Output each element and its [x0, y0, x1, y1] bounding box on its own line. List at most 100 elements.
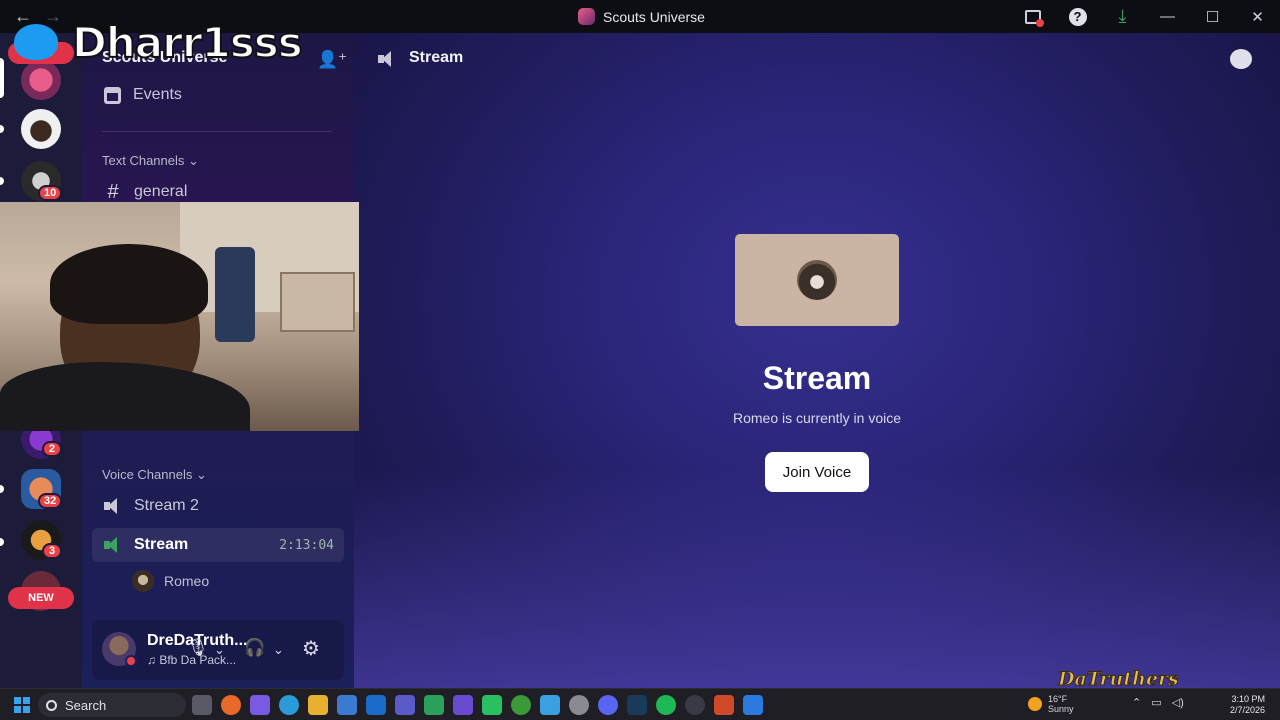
- unread-pill: [0, 538, 4, 546]
- channel-stream[interactable]: Stream 2:13:04: [92, 528, 344, 562]
- window-title: Scouts Universe: [578, 8, 705, 25]
- close-button[interactable]: ✕: [1235, 0, 1280, 33]
- help-icon: ?: [1068, 7, 1087, 26]
- unread-pill: [0, 485, 4, 493]
- system-tray: ⌃ ▭ ◁): [1132, 696, 1184, 709]
- twitter-bird-icon: [14, 24, 58, 60]
- gear-icon[interactable]: ⚙: [302, 636, 320, 661]
- steam-icon[interactable]: [627, 695, 647, 715]
- unread-badge: 2: [42, 441, 62, 457]
- calendar-icon: [104, 86, 121, 104]
- windows-start-icon[interactable]: [14, 697, 30, 713]
- server-icon-scouts[interactable]: [21, 60, 61, 100]
- voice-timer: 2:13:04: [279, 537, 334, 553]
- channel-stream-2[interactable]: Stream 2: [92, 489, 344, 523]
- join-voice-button[interactable]: Join Voice: [765, 452, 869, 492]
- teams-icon[interactable]: [395, 695, 415, 715]
- watermark-logo: DaTruthers: [1058, 668, 1180, 691]
- unread-badge: 10: [38, 185, 63, 201]
- xbox-icon[interactable]: [511, 695, 531, 715]
- firefox-icon[interactable]: [221, 695, 241, 715]
- sun-icon: [1028, 697, 1042, 711]
- voice-channels-category[interactable]: Voice Channels ⌄: [102, 467, 207, 483]
- events-label: Events: [133, 86, 182, 103]
- divider: [102, 131, 332, 132]
- app-icon[interactable]: [424, 695, 444, 715]
- settings-icon[interactable]: [569, 695, 589, 715]
- voice-channel-subtitle: Romeo is currently in voice: [732, 410, 902, 426]
- weather-condition: Sunny: [1048, 704, 1074, 714]
- member-name: Romeo: [164, 573, 210, 589]
- taskbar-search[interactable]: Search: [38, 693, 186, 717]
- server-icon: [578, 8, 595, 25]
- time: 3:10 PM: [1231, 694, 1266, 704]
- unread-badge: 32: [38, 493, 63, 509]
- speaker-icon: [378, 51, 396, 67]
- search-label: Search: [65, 697, 107, 713]
- streamer-shirt: [0, 362, 250, 431]
- webcam-overlay: [0, 202, 359, 431]
- chevron-down-icon[interactable]: ⌄: [214, 642, 225, 658]
- store-icon[interactable]: [337, 695, 357, 715]
- avatar: [132, 570, 154, 592]
- date: 2/7/2026: [1230, 705, 1266, 715]
- file-explorer-icon[interactable]: [308, 695, 328, 715]
- maximize-icon: ☐: [1205, 8, 1220, 26]
- task-view-icon[interactable]: [192, 695, 212, 715]
- edge-icon[interactable]: [279, 695, 299, 715]
- voice-member[interactable]: Romeo: [132, 570, 209, 592]
- photos-icon[interactable]: [540, 695, 560, 715]
- chevron-down-icon[interactable]: ⌄: [273, 642, 284, 658]
- server-icon-2[interactable]: [21, 109, 61, 149]
- network-icon[interactable]: ▭: [1151, 696, 1161, 709]
- search-icon: [46, 699, 57, 711]
- minimize-button[interactable]: —: [1145, 0, 1190, 33]
- taskbar: Search 16°F Sunny ⌃ ▭ ◁) 3:10 PM 2/7/2026: [0, 688, 1280, 720]
- headphones-icon[interactable]: 🎧: [244, 638, 265, 658]
- inbox-icon: [1024, 9, 1044, 27]
- speaker-icon: [104, 498, 122, 514]
- voice-preview-card: [735, 234, 899, 326]
- voice-channel-title: Stream: [762, 360, 872, 396]
- chevron-up-icon[interactable]: ⌃: [1132, 696, 1141, 709]
- spotify-icon[interactable]: [656, 695, 676, 715]
- text-channels-category[interactable]: Text Channels ⌄: [102, 153, 199, 169]
- avatar: [797, 260, 837, 300]
- volume-icon[interactable]: ◁): [1172, 696, 1184, 709]
- dnd-status-icon: [125, 655, 137, 667]
- minimize-icon: —: [1160, 8, 1175, 25]
- channel-name: Stream 2: [134, 497, 199, 514]
- obs-icon[interactable]: [685, 695, 705, 715]
- inbox-button[interactable]: [1010, 0, 1055, 33]
- discord-icon[interactable]: [598, 695, 618, 715]
- selected-server-pill: [0, 58, 4, 98]
- help-button[interactable]: ?: [1055, 0, 1100, 33]
- app-icon[interactable]: [743, 695, 763, 715]
- streamer-name-overlay: Dharr1sss: [71, 17, 304, 68]
- clock[interactable]: 3:10 PM 2/7/2026: [1230, 694, 1265, 716]
- app-icon[interactable]: [482, 695, 502, 715]
- weather-widget[interactable]: 16°F Sunny: [1028, 694, 1074, 714]
- app-icon[interactable]: [453, 695, 473, 715]
- shelf: [280, 272, 355, 332]
- microphone-icon[interactable]: 🎙: [187, 638, 209, 658]
- events-item[interactable]: Events: [104, 86, 182, 104]
- hash-icon: #: [107, 180, 119, 203]
- taskbar-apps: [192, 695, 763, 715]
- download-button[interactable]: ⤓: [1100, 0, 1145, 33]
- download-icon: ⤓: [1118, 6, 1127, 26]
- invite-icon[interactable]: 👤⁺: [317, 50, 347, 70]
- copilot-icon[interactable]: [250, 695, 270, 715]
- maximize-button[interactable]: ☐: [1190, 0, 1235, 33]
- chat-icon[interactable]: [1230, 49, 1252, 69]
- streamer-hair: [50, 244, 208, 324]
- channel-name: Stream: [134, 536, 189, 553]
- channel-name: general: [134, 183, 188, 200]
- new-unreads-pill[interactable]: NEW: [8, 587, 74, 609]
- forward-icon[interactable]: →: [44, 6, 62, 27]
- close-icon: ✕: [1251, 8, 1264, 26]
- unread-badge: 3: [42, 543, 62, 559]
- app-icon[interactable]: [714, 695, 734, 715]
- outlook-icon[interactable]: [366, 695, 386, 715]
- channel-header-title: Stream: [409, 49, 464, 66]
